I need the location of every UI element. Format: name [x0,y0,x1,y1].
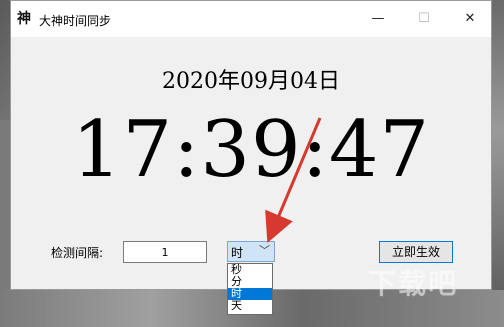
interval-input[interactable] [123,241,207,263]
unit-option-day[interactable]: 天 [228,300,272,312]
current-time: 17:39:47 [71,105,431,195]
maximize-button[interactable]: ☐ [401,1,447,37]
watermark-logo: 下载吧 [368,267,459,300]
unit-select[interactable]: 时 ﹀ [227,241,275,262]
close-button[interactable]: ✕ [447,1,493,37]
app-logo-icon: 神 [17,11,31,27]
title-bar[interactable]: 神 大神时间同步 — ☐ ✕ [11,1,491,37]
window-title: 大神时间同步 [39,14,112,28]
unit-select-value: 时 [231,246,244,260]
minimize-button[interactable]: — [355,1,401,37]
unit-dropdown-list: 秒 分 时 天 [227,263,273,315]
current-date: 2020年09月04日 [162,69,340,94]
apply-now-button[interactable]: 立即生效 [379,241,453,263]
app-window: 神 大神时间同步 — ☐ ✕ 2020年09月04日 17:39:47 检测间隔… [10,0,492,315]
interval-label: 检测间隔: [51,246,104,260]
chevron-down-icon: ﹀ [259,244,270,257]
